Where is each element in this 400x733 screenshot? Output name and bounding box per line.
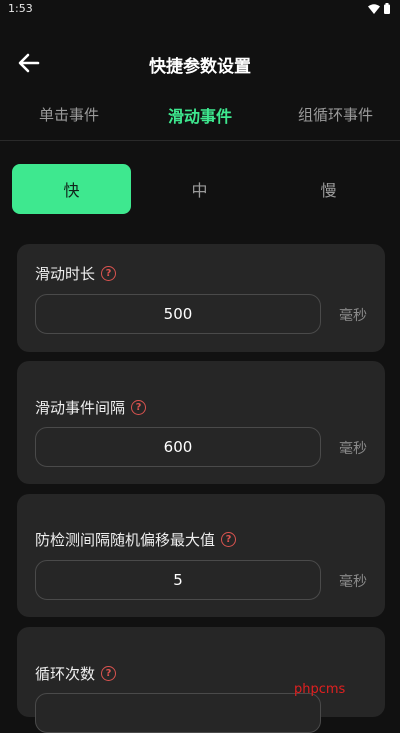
swipe-interval-input[interactable]	[35, 427, 321, 467]
speed-medium-button[interactable]: 中	[140, 164, 259, 214]
random-offset-input[interactable]	[35, 560, 321, 600]
help-icon[interactable]: ?	[131, 400, 147, 415]
param-unit: 毫秒	[339, 574, 367, 590]
param-label: 循环次数	[35, 665, 96, 683]
loop-count-input[interactable]	[35, 693, 321, 733]
help-icon[interactable]: ?	[101, 666, 117, 681]
speed-preset-selector: 快 中 慢	[12, 164, 388, 214]
tab-swipe-event[interactable]: 滑动事件	[168, 103, 232, 127]
tab-group-loop-event[interactable]: 组循环事件	[298, 104, 373, 125]
speed-fast-button[interactable]: 快	[12, 164, 131, 214]
help-icon[interactable]: ?	[221, 532, 237, 547]
status-time: 1:53	[8, 2, 33, 15]
param-card-swipe-interval: 滑动事件间隔 ? 毫秒	[17, 361, 385, 484]
param-card-swipe-duration: 滑动时长 ? 毫秒	[17, 244, 385, 352]
param-label: 防检测间隔随机偏移最大值	[35, 531, 216, 549]
param-label-row: 循环次数 ?	[35, 663, 117, 684]
status-icons	[368, 3, 390, 14]
param-label-row: 滑动事件间隔 ?	[35, 397, 147, 418]
param-unit: 毫秒	[339, 308, 367, 324]
app-header: 快捷参数设置	[0, 38, 400, 88]
watermark: phpcms	[294, 682, 346, 697]
param-card-random-offset: 防检测间隔随机偏移最大值 ? 毫秒	[17, 494, 385, 617]
swipe-duration-input[interactable]	[35, 294, 321, 334]
wifi-icon	[368, 3, 380, 14]
param-card-loop-count: 循环次数 ?	[17, 627, 385, 733]
tab-click-event[interactable]: 单击事件	[39, 104, 99, 125]
param-unit: 毫秒	[339, 441, 367, 457]
event-tabs: 单击事件 滑动事件 组循环事件	[0, 96, 400, 141]
param-label-row: 防检测间隔随机偏移最大值 ?	[35, 529, 237, 550]
param-label: 滑动事件间隔	[35, 399, 126, 417]
status-bar: 1:53	[0, 0, 400, 20]
page-title: 快捷参数设置	[149, 57, 251, 77]
param-label-row: 滑动时长 ?	[35, 263, 117, 284]
speed-slow-button[interactable]: 慢	[269, 164, 388, 214]
battery-icon	[384, 3, 390, 14]
param-label: 滑动时长	[35, 265, 96, 283]
help-icon[interactable]: ?	[101, 266, 117, 281]
